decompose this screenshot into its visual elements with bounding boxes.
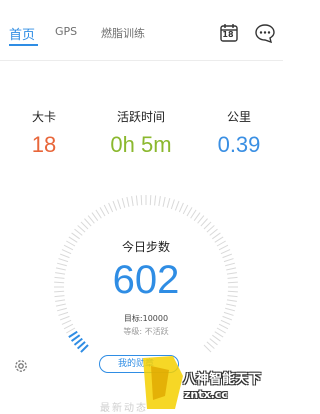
gauge-tick [140, 195, 143, 206]
tab-gps[interactable]: GPS [55, 25, 77, 38]
watermark-url: zntx.cc [184, 388, 228, 401]
gauge-tick [174, 200, 180, 211]
gauge-tick [162, 196, 166, 207]
settings-icon[interactable] [13, 358, 29, 374]
gauge-tick [206, 225, 215, 233]
calories-stat: 大卡 18 [14, 108, 74, 158]
active-time-value: 0h 5m [110, 132, 172, 157]
gauge-tick [182, 204, 189, 215]
activity-level: 等级: 不活跃 [123, 327, 169, 336]
active-tab-indicator [9, 44, 38, 46]
gauge-tick [121, 198, 126, 208]
gauge-tick [99, 207, 106, 217]
gauge-tick [197, 215, 205, 224]
gauge-tick [55, 303, 66, 307]
tab-fat-burn-training[interactable]: 燃脂训练 [101, 25, 145, 41]
gauge-tick [190, 209, 197, 219]
gauge-tick [131, 196, 134, 207]
divider [0, 60, 283, 61]
gauge-tick [103, 204, 110, 215]
gauge-tick [203, 221, 212, 230]
distance-label: 公里 [226, 110, 251, 124]
steps-value: 602 [112, 258, 180, 302]
gauge-tick [226, 303, 237, 307]
gauge-tick [209, 228, 218, 236]
gauge-tick [112, 200, 118, 211]
gauge-tick [135, 195, 138, 206]
calendar-icon[interactable]: 18 [219, 22, 241, 44]
gauge-tick [76, 341, 86, 350]
calories-value: 18 [31, 132, 57, 157]
gauge-tick [225, 307, 235, 312]
distance-value: 0.39 [217, 132, 261, 157]
gauge-tick [193, 212, 201, 221]
gauge-tick [80, 344, 89, 353]
gauge-tick [91, 212, 99, 221]
gauge-tick [166, 198, 171, 208]
gauge-tick [57, 307, 67, 312]
gauge-tick [117, 199, 122, 210]
steps-goal: 目标:10000 [123, 314, 169, 323]
gauge-tick [158, 196, 161, 207]
tab-home[interactable]: 首页 [9, 24, 35, 43]
gauge-tick [74, 228, 83, 236]
active-time-stat: 活跃时间 0h 5m [96, 108, 186, 158]
gauge-tick [87, 215, 95, 224]
gauge-tick [154, 195, 157, 206]
gauge-tick [95, 209, 102, 219]
gauge-tick [149, 195, 152, 206]
gauge-tick [77, 225, 86, 233]
gauge-tick [84, 218, 92, 227]
gauge-tick [73, 337, 83, 346]
calories-label: 大卡 [31, 110, 56, 124]
steps-title: 今日步数 [121, 240, 170, 254]
gauge-tick [203, 344, 212, 353]
gauge-tick [126, 196, 130, 207]
chat-icon[interactable] [254, 22, 276, 44]
top-bar: 首页 GPS 燃脂训练 18 [0, 0, 283, 62]
distance-stat: 公里 0.39 [208, 108, 270, 158]
gauge-tick [170, 199, 175, 210]
gauge-tick [206, 341, 215, 349]
watermark-text: 八神智能天下 [183, 372, 262, 387]
gauge-tick [108, 202, 114, 213]
gauge-tick [200, 218, 208, 227]
gauge-tick [178, 202, 184, 213]
bottom-section-title: 最新动态 [100, 403, 148, 414]
gauge-tick [186, 207, 193, 217]
active-time-label: 活跃时间 [116, 110, 165, 124]
gauge-tick [80, 221, 89, 230]
calendar-day: 18 [222, 30, 234, 39]
gauge-tick [209, 338, 218, 346]
